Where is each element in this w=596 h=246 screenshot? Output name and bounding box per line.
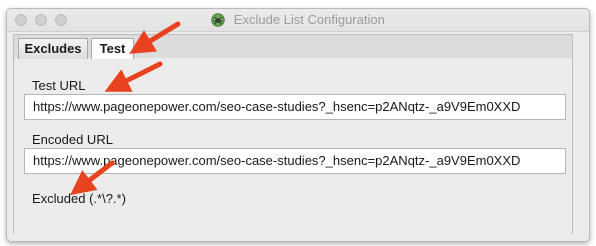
test-url-label: Test URL	[32, 78, 86, 93]
title-bar[interactable]: Exclude List Configuration	[7, 9, 589, 32]
window-title: Exclude List Configuration	[233, 12, 385, 27]
spider-icon	[211, 13, 225, 27]
tab-excludes[interactable]: Excludes	[18, 38, 88, 59]
tab-bar: Excludes Test	[13, 34, 573, 59]
screenshot-stage: Exclude List Configuration Excludes Test…	[0, 0, 596, 246]
exclusion-result-text: Excluded (.*\?.*)	[32, 191, 126, 206]
tab-test[interactable]: Test	[91, 38, 134, 59]
window-title-area: Exclude List Configuration	[7, 12, 589, 28]
encoded-url-label: Encoded URL	[32, 132, 113, 147]
encoded-url-field[interactable]: https://www.pageonepower.com/seo-case-st…	[24, 148, 566, 174]
test-url-field[interactable]: https://www.pageonepower.com/seo-case-st…	[24, 94, 566, 120]
